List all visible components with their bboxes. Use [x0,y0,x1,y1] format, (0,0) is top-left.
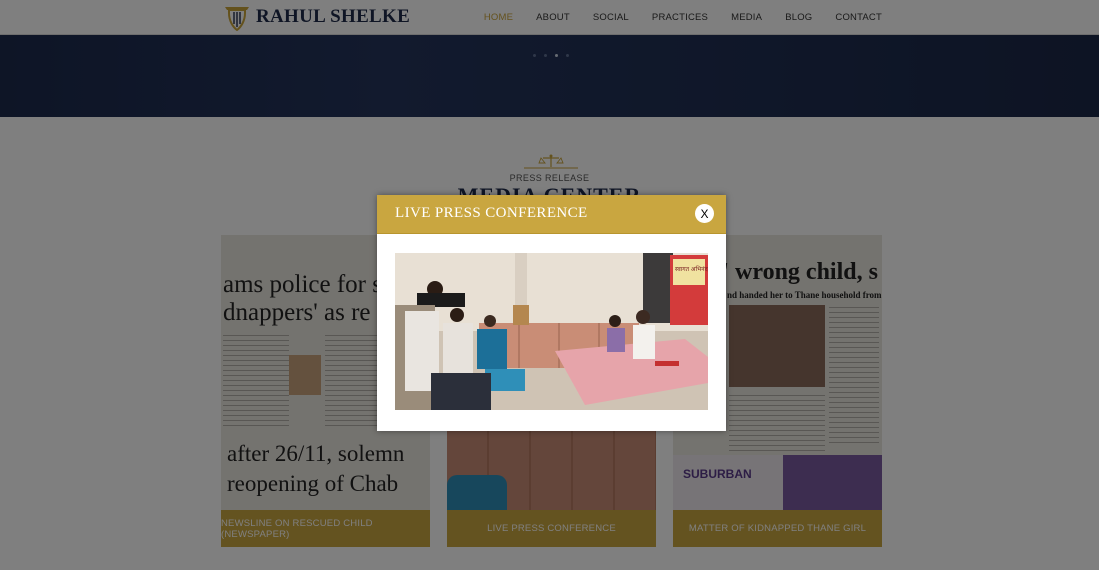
banner-text: स्वागत अभिनंद [675,265,708,273]
modal-title: LIVE PRESS CONFERENCE [395,205,588,221]
modal-header: LIVE PRESS CONFERENCE X [377,195,726,234]
close-button[interactable]: X [695,204,714,223]
press-conference-photo: स्वागत अभिनंद [395,253,709,410]
media-modal: LIVE PRESS CONFERENCE X स्वागत अभिनंद [377,195,726,431]
modal-photo: स्वागत अभिनंद [395,253,709,410]
